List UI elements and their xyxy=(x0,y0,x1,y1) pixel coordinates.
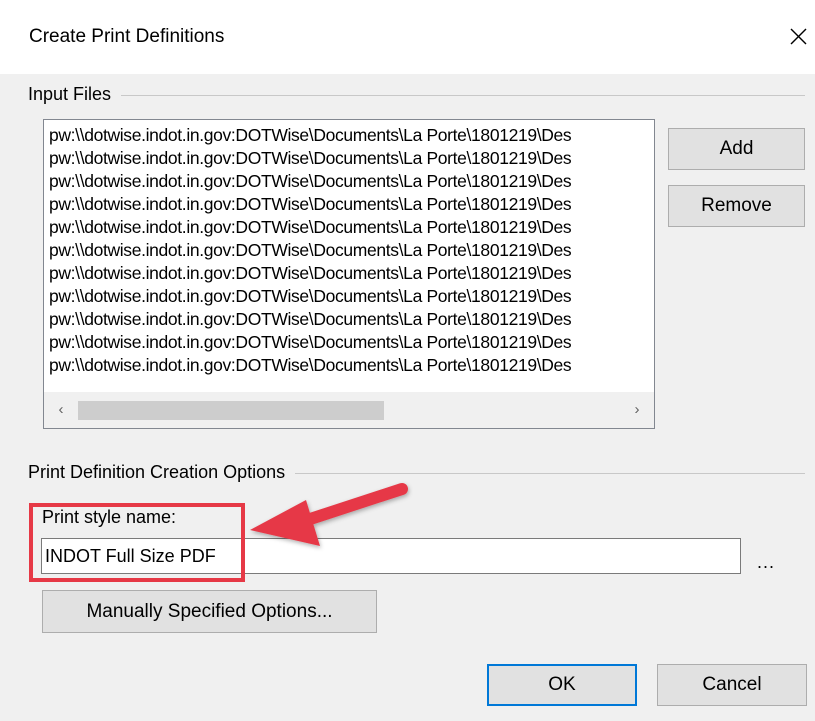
file-list-item[interactable]: pw:\\dotwise.indot.in.gov:DOTWise\Docume… xyxy=(49,147,654,170)
file-list-item[interactable]: pw:\\dotwise.indot.in.gov:DOTWise\Docume… xyxy=(49,170,654,193)
file-list-item[interactable]: pw:\\dotwise.indot.in.gov:DOTWise\Docume… xyxy=(49,262,654,285)
scroll-right-icon[interactable]: › xyxy=(620,392,654,428)
title-bar: Create Print Definitions xyxy=(0,0,815,74)
remove-button[interactable]: Remove xyxy=(668,185,805,227)
highlight-box xyxy=(29,503,245,582)
options-group-label: Print Definition Creation Options xyxy=(28,462,296,483)
file-list-item[interactable]: pw:\\dotwise.indot.in.gov:DOTWise\Docume… xyxy=(49,124,654,147)
dialog-title: Create Print Definitions xyxy=(29,26,225,47)
input-files-list[interactable]: pw:\\dotwise.indot.in.gov:DOTWise\Docume… xyxy=(43,119,655,429)
file-list-item[interactable]: pw:\\dotwise.indot.in.gov:DOTWise\Docume… xyxy=(49,193,654,216)
file-list-item[interactable]: pw:\\dotwise.indot.in.gov:DOTWise\Docume… xyxy=(49,239,654,262)
ok-button[interactable]: OK xyxy=(487,664,637,706)
input-files-divider xyxy=(29,95,805,96)
file-list-rows: pw:\\dotwise.indot.in.gov:DOTWise\Docume… xyxy=(49,124,654,386)
scroll-left-icon[interactable]: ‹ xyxy=(44,392,78,428)
file-list-item[interactable]: pw:\\dotwise.indot.in.gov:DOTWise\Docume… xyxy=(49,285,654,308)
file-list-item[interactable]: pw:\\dotwise.indot.in.gov:DOTWise\Docume… xyxy=(49,216,654,239)
input-files-group-label: Input Files xyxy=(28,84,122,105)
manual-options-button[interactable]: Manually Specified Options... xyxy=(42,590,377,633)
horizontal-scrollbar[interactable]: ‹ › xyxy=(44,392,654,428)
file-list-item[interactable]: pw:\\dotwise.indot.in.gov:DOTWise\Docume… xyxy=(49,308,654,331)
browse-button[interactable]: ... xyxy=(757,552,775,573)
cancel-button[interactable]: Cancel xyxy=(657,664,807,706)
file-list-item[interactable]: pw:\\dotwise.indot.in.gov:DOTWise\Docume… xyxy=(49,354,654,377)
close-icon[interactable] xyxy=(784,20,814,52)
scrollbar-thumb[interactable] xyxy=(78,401,384,420)
add-button[interactable]: Add xyxy=(668,128,805,170)
file-list-item[interactable]: pw:\\dotwise.indot.in.gov:DOTWise\Docume… xyxy=(49,331,654,354)
